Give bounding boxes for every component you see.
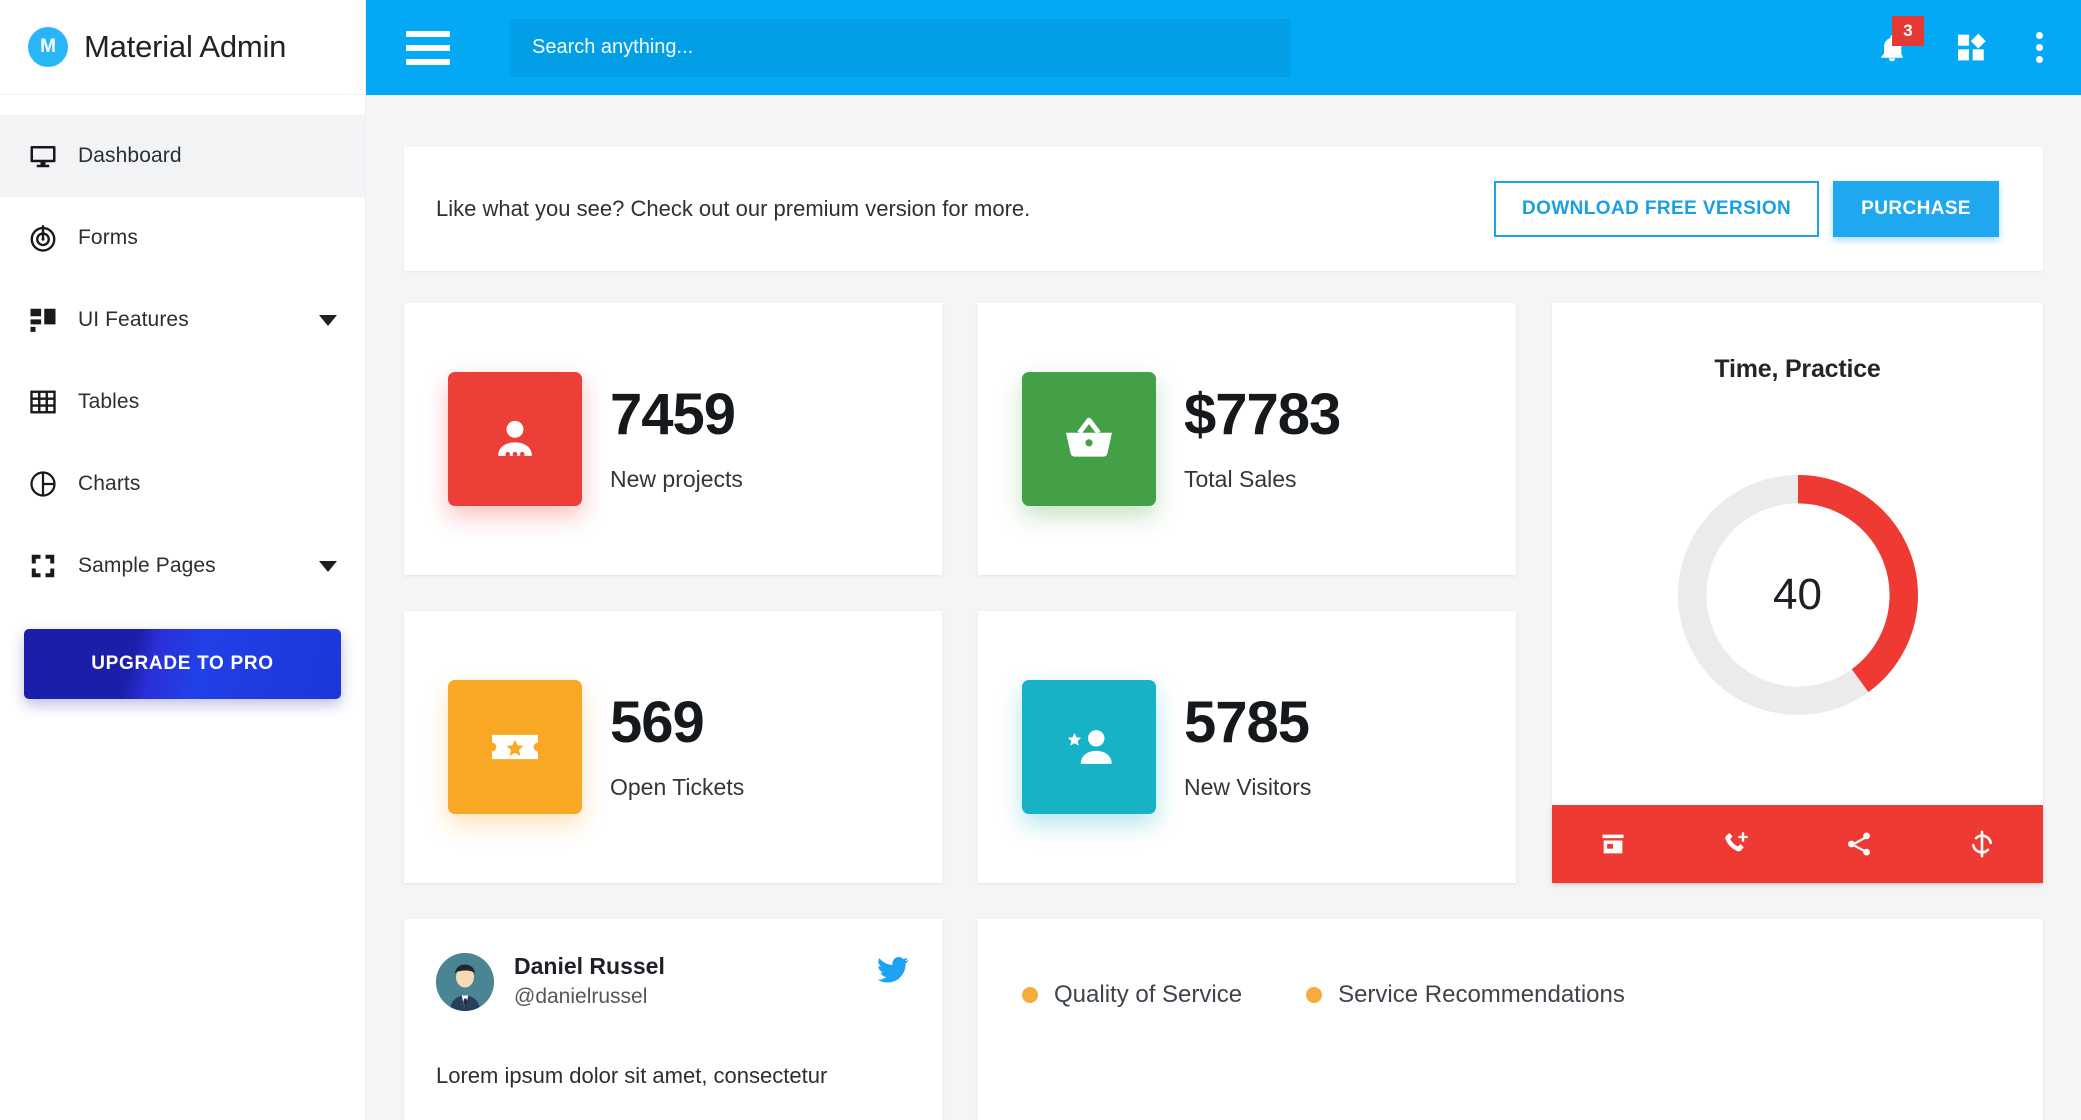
stat-value: 569	[610, 694, 744, 752]
sidebar-item-sample-pages[interactable]: Sample Pages	[0, 525, 365, 607]
sidebar-item-label: Forms	[78, 226, 138, 250]
upgrade-to-pro-button[interactable]: UPGRADE TO PRO	[24, 629, 341, 699]
apps-grid-icon[interactable]	[1956, 32, 1988, 64]
ticket-star-icon	[448, 680, 582, 814]
monitor-icon	[28, 141, 78, 171]
stat-cards-group: 7459 New projects	[404, 303, 1516, 883]
person-group-icon	[448, 372, 582, 506]
table-grid-icon	[28, 387, 78, 417]
upgrade-container: UPGRADE TO PRO	[0, 607, 365, 699]
donut-action-bar	[1552, 805, 2043, 883]
stat-card[interactable]: 7459 New projects	[404, 303, 942, 575]
share-icon[interactable]	[1845, 830, 1873, 858]
tweet-card: Daniel Russel @danielrussel Lorem ipsum …	[404, 919, 942, 1120]
radar-icon	[28, 223, 78, 253]
basket-icon	[1022, 372, 1156, 506]
stat-card[interactable]: 569 Open Tickets	[404, 611, 942, 883]
sidebar-item-label: UI Features	[78, 308, 189, 332]
brand-logo-icon: M	[28, 27, 68, 67]
twitter-bird-icon[interactable]	[876, 953, 910, 992]
stat-text: $7783 Total Sales	[1184, 386, 1340, 493]
expand-icon	[28, 551, 78, 581]
promo-banner: Like what you see? Check out our premium…	[404, 147, 2043, 271]
sidebar-item-tables[interactable]: Tables	[0, 361, 365, 443]
notification-badge: 3	[1892, 16, 1924, 46]
vertical-dots-icon[interactable]	[2036, 32, 2043, 63]
stat-card[interactable]: 5785 New Visitors	[978, 611, 1516, 883]
donut-chart-card: Time, Practice 40	[1552, 303, 2043, 883]
tweet-header: Daniel Russel @danielrussel	[436, 953, 910, 1011]
stat-value: 5785	[1184, 694, 1311, 752]
tweet-author-name: Daniel Russel	[514, 953, 665, 980]
hamburger-icon[interactable]	[406, 31, 450, 65]
sidebar-item-label: Charts	[78, 472, 140, 496]
stat-label: New Visitors	[1184, 774, 1311, 801]
legend-dot-icon	[1022, 987, 1038, 1003]
stat-text: 5785 New Visitors	[1184, 694, 1311, 801]
topbar-actions: 3	[1876, 32, 2049, 64]
donut-chart: 40	[1669, 466, 1927, 724]
store-icon[interactable]	[1599, 830, 1627, 858]
service-legend-card: Quality of Service Service Recommendatio…	[978, 919, 2043, 1120]
legend-row: Quality of Service Service Recommendatio…	[1022, 981, 1999, 1009]
add-call-icon[interactable]	[1722, 830, 1750, 858]
donut-chart-area: 40	[1552, 384, 2043, 805]
promo-text: Like what you see? Check out our premium…	[436, 196, 1030, 222]
download-free-version-button[interactable]: DOWNLOAD FREE VERSION	[1494, 181, 1819, 237]
stat-label: Open Tickets	[610, 774, 744, 801]
topbar: 3	[366, 0, 2081, 95]
bottom-row: Daniel Russel @danielrussel Lorem ipsum …	[404, 919, 2043, 1120]
stat-text: 7459 New projects	[610, 386, 743, 493]
person-star-icon	[1022, 680, 1156, 814]
brand: M Material Admin	[0, 0, 365, 95]
sidebar-item-charts[interactable]: Charts	[0, 443, 365, 525]
sidebar-item-forms[interactable]: Forms	[0, 197, 365, 279]
content-area: Like what you see? Check out our premium…	[366, 95, 2081, 1120]
stat-value: 7459	[610, 386, 743, 444]
dashboard-grid: 7459 New projects	[404, 303, 2043, 883]
legend-dot-icon	[1306, 987, 1322, 1003]
sidebar-item-label: Sample Pages	[78, 554, 216, 578]
brand-title: Material Admin	[84, 29, 286, 65]
sidebar: M Material Admin Dashboard	[0, 0, 366, 1120]
sidebar-item-label: Dashboard	[78, 144, 182, 168]
blocks-icon	[28, 305, 78, 335]
sync-icon[interactable]	[1968, 830, 1996, 858]
legend-item[interactable]: Quality of Service	[1022, 981, 1242, 1009]
avatar	[436, 953, 494, 1011]
stat-card[interactable]: $7783 Total Sales	[978, 303, 1516, 575]
chevron-down-icon[interactable]	[319, 315, 337, 326]
donut-chart-title: Time, Practice	[1552, 355, 2043, 384]
sidebar-item-ui-features[interactable]: UI Features	[0, 279, 365, 361]
tweet-author-handle: @danielrussel	[514, 985, 665, 1009]
chevron-down-icon[interactable]	[319, 561, 337, 572]
app-root: M Material Admin Dashboard	[0, 0, 2081, 1120]
search-input[interactable]	[510, 19, 1290, 77]
donut-center-value: 40	[1669, 466, 1927, 724]
pie-chart-icon	[28, 469, 78, 499]
tweet-identity: Daniel Russel @danielrussel	[514, 953, 665, 1009]
purchase-button[interactable]: PURCHASE	[1833, 181, 1999, 237]
sidebar-nav: Dashboard Forms	[0, 95, 365, 607]
sidebar-item-dashboard[interactable]: Dashboard	[0, 115, 365, 197]
bell-icon[interactable]: 3	[1876, 32, 1908, 64]
promo-buttons: DOWNLOAD FREE VERSION PURCHASE	[1494, 181, 1999, 237]
legend-label: Quality of Service	[1054, 981, 1242, 1009]
stat-label: Total Sales	[1184, 466, 1340, 493]
stat-text: 569 Open Tickets	[610, 694, 744, 801]
tweet-body: Lorem ipsum dolor sit amet, consectetur	[436, 1059, 910, 1092]
legend-item[interactable]: Service Recommendations	[1306, 981, 1625, 1009]
sidebar-item-label: Tables	[78, 390, 139, 414]
stat-label: New projects	[610, 466, 743, 493]
stat-value: $7783	[1184, 386, 1340, 444]
legend-label: Service Recommendations	[1338, 981, 1625, 1009]
main-area: 3 Like what yo	[366, 0, 2081, 1120]
